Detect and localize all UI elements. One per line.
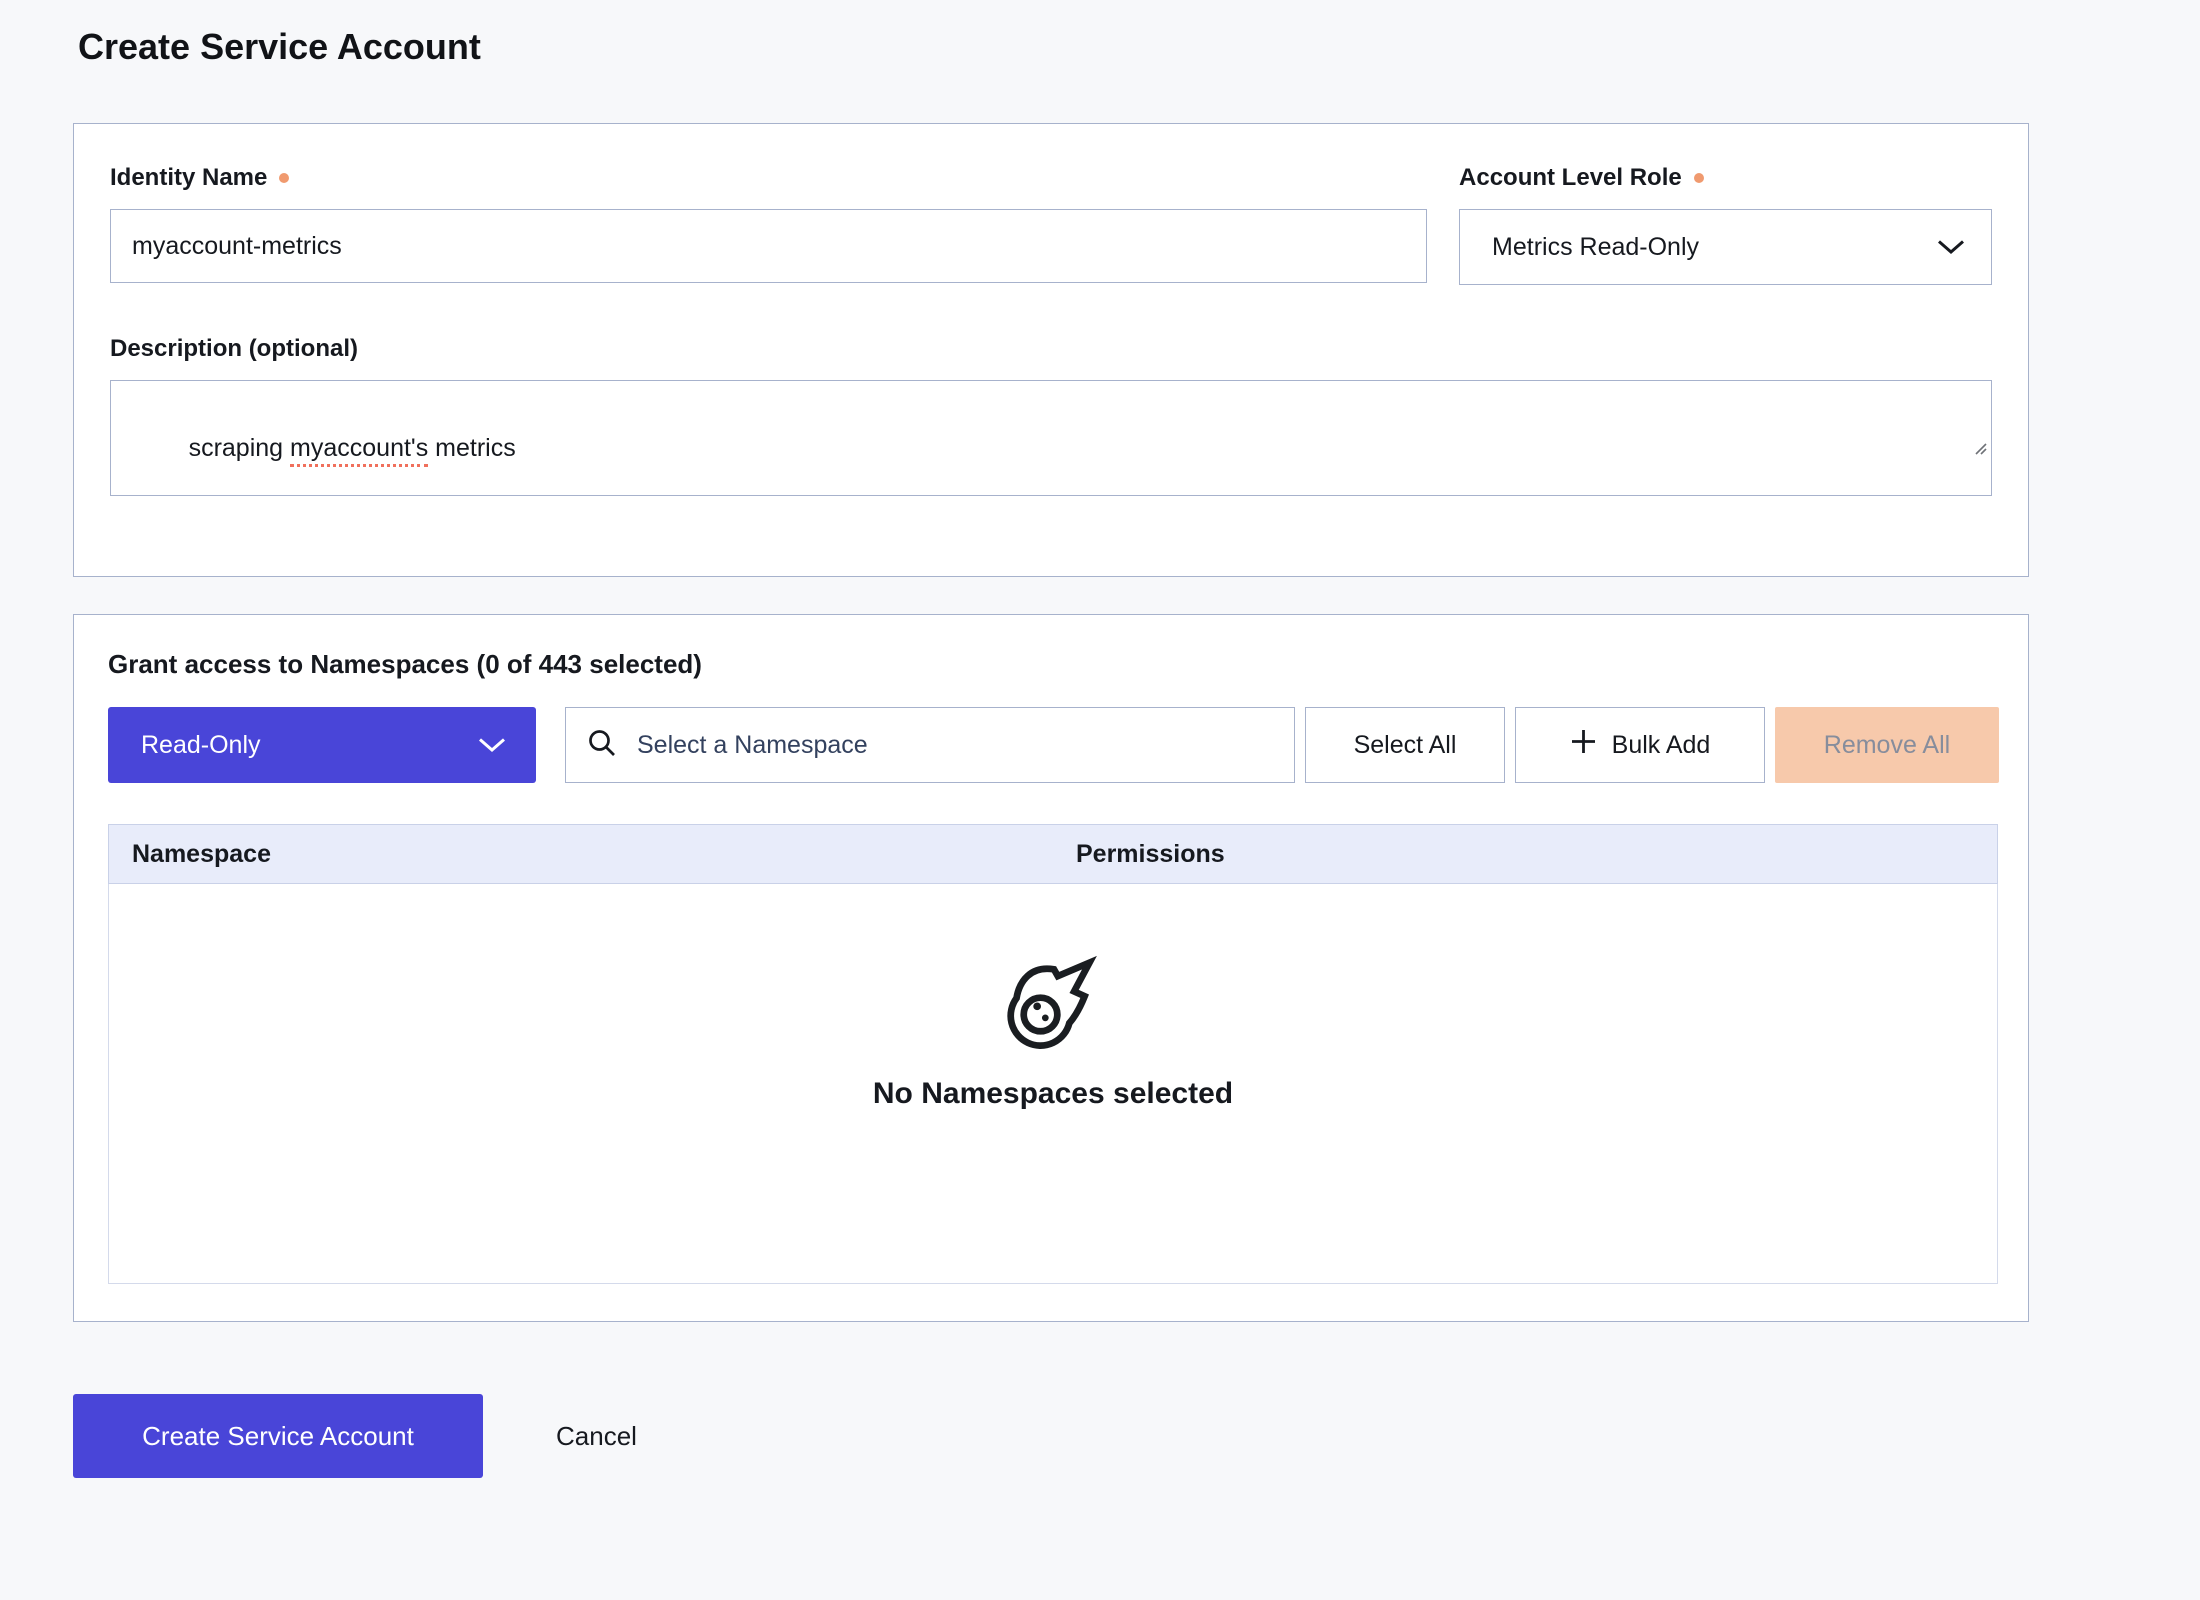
comet-icon — [1005, 954, 1101, 1055]
grant-namespaces-card: Grant access to Namespaces (0 of 443 sel… — [73, 614, 2029, 1322]
resize-grip-icon[interactable] — [1904, 405, 1988, 492]
create-service-account-button[interactable]: Create Service Account — [73, 1394, 483, 1478]
select-all-label: Select All — [1354, 731, 1457, 760]
select-all-button[interactable]: Select All — [1305, 707, 1505, 783]
description-field: Description (optional) scraping myaccoun… — [110, 335, 1992, 496]
footer-actions: Create Service Account Cancel — [73, 1394, 2200, 1478]
description-misspelled-text: myaccount's — [290, 434, 428, 467]
description-label: Description (optional) — [110, 335, 1992, 363]
description-textarea[interactable]: scraping myaccount's metrics — [110, 380, 1992, 496]
namespaces-table: Namespace Permissions No Namespaces sele… — [108, 824, 1998, 1284]
namespaces-table-header: Namespace Permissions — [108, 824, 1998, 884]
namespace-search-input[interactable] — [635, 730, 1274, 761]
permission-role-value: Read-Only — [141, 731, 261, 760]
bulk-add-label: Bulk Add — [1612, 731, 1711, 760]
service-account-form-card: Identity Name Account Level Role Metrics… — [73, 123, 2029, 577]
description-text: metrics — [428, 434, 516, 462]
identity-name-input[interactable] — [110, 209, 1427, 283]
account-level-role-label-text: Account Level Role — [1459, 164, 1682, 192]
description-text: scraping — [189, 434, 290, 462]
grant-namespaces-heading: Grant access to Namespaces (0 of 443 sel… — [108, 649, 1998, 680]
required-dot-icon — [1694, 173, 1704, 183]
account-level-role-select[interactable]: Metrics Read-Only — [1459, 209, 1992, 285]
chevron-down-icon — [478, 731, 506, 760]
permission-role-dropdown[interactable]: Read-Only — [108, 707, 536, 783]
remove-all-label: Remove All — [1824, 731, 1950, 760]
account-level-role-field: Account Level Role Metrics Read-Only — [1459, 164, 1992, 285]
namespace-controls: Read-Only Select All — [108, 707, 1998, 783]
account-level-role-label: Account Level Role — [1459, 164, 1992, 192]
page-title: Create Service Account — [78, 26, 2200, 68]
bulk-add-button[interactable]: Bulk Add — [1515, 707, 1765, 783]
namespaces-table-body: No Namespaces selected — [108, 884, 1998, 1284]
namespace-search[interactable] — [565, 707, 1295, 783]
identity-name-label: Identity Name — [110, 164, 1427, 192]
identity-name-field: Identity Name — [110, 164, 1427, 285]
search-icon — [586, 727, 618, 764]
plus-icon — [1570, 728, 1597, 762]
chevron-down-icon — [1937, 233, 1965, 262]
description-label-text: Description (optional) — [110, 335, 358, 363]
column-header-namespace: Namespace — [109, 840, 1053, 869]
empty-state-message: No Namespaces selected — [873, 1077, 1233, 1111]
account-level-role-value: Metrics Read-Only — [1492, 233, 1699, 262]
identity-name-label-text: Identity Name — [110, 164, 267, 192]
cancel-button[interactable]: Cancel — [550, 1420, 643, 1453]
remove-all-button[interactable]: Remove All — [1775, 707, 1999, 783]
required-dot-icon — [279, 173, 289, 183]
create-service-account-page: Create Service Account Identity Name Acc… — [0, 0, 2200, 1478]
column-header-permissions: Permissions — [1053, 840, 1997, 869]
